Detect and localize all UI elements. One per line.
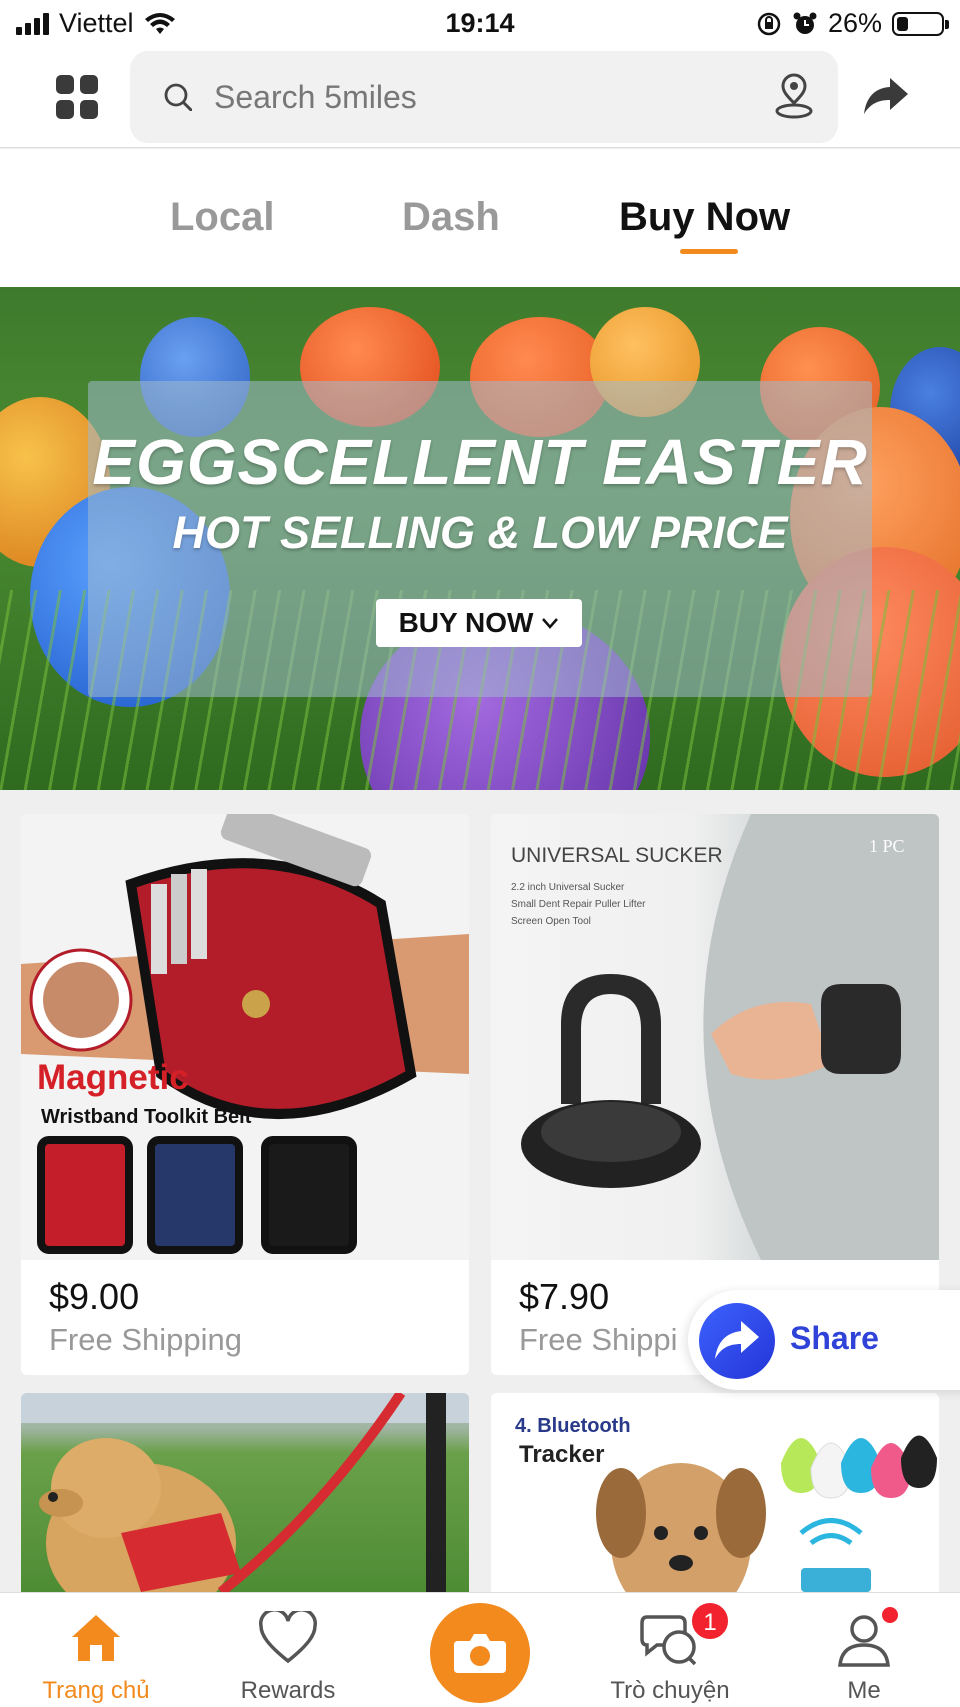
product-shipping: Free Shipping	[49, 1322, 243, 1357]
banner-buy-now-button[interactable]: BUY NOW	[376, 599, 582, 647]
share-icon	[715, 1321, 759, 1359]
product-price: $7.90	[519, 1276, 610, 1317]
nav-label-chat: Trò chuyện	[610, 1677, 730, 1704]
product-card[interactable]: 4. Bluetooth Tracker	[491, 1393, 939, 1592]
product-image-caption: Small Dent Repair Puller Lifter	[511, 899, 646, 910]
banner-button-label: BUY NOW	[398, 607, 534, 638]
nav-label-me: Me	[847, 1677, 881, 1704]
category-tabs: Local Dash Buy Now	[0, 149, 960, 287]
product-shipping: Free Shippi	[519, 1322, 678, 1357]
share-circle	[699, 1303, 775, 1379]
wristband-black-swatch	[261, 1136, 357, 1254]
wristband-red-swatch	[37, 1136, 133, 1254]
nav-home[interactable]: Trang chủ	[16, 1593, 176, 1707]
product-image-caption: 2.2 inch Universal Sucker	[511, 882, 625, 893]
chat-badge: 1	[690, 1601, 730, 1641]
heart-icon	[259, 1611, 317, 1664]
product-image-corner: 1 PC	[869, 836, 905, 856]
banner-panel: EGGSCELLENT EASTER HOT SELLING & LOW PRI…	[88, 381, 872, 697]
product-image-caption: Tracker	[519, 1441, 605, 1468]
notification-dot	[882, 1607, 898, 1623]
search-icon	[164, 83, 192, 111]
product-image: UNIVERSAL SUCKER 1 PC 2.2 inch Universal…	[491, 814, 939, 1260]
tab-buy-now[interactable]: Buy Now	[619, 195, 790, 240]
product-image-caption: Screen Open Tool	[511, 916, 591, 927]
bottom-navigation: Trang chủ Rewards Trò chuyện 1 Me	[0, 1592, 960, 1707]
share-floating-button[interactable]: Share	[688, 1290, 960, 1390]
product-image-headline: 4. Bluetooth	[515, 1415, 631, 1437]
product-card[interactable]	[21, 1393, 469, 1592]
nav-rewards[interactable]: Rewards	[208, 1593, 368, 1707]
nav-label-home: Trang chủ	[42, 1677, 150, 1704]
share-arrow-icon[interactable]	[862, 74, 910, 118]
orientation-lock-icon	[757, 12, 781, 35]
tab-dash[interactable]: Dash	[402, 195, 500, 240]
nav-me[interactable]: Me	[784, 1593, 944, 1707]
tab-local[interactable]: Local	[170, 195, 274, 240]
promo-banner[interactable]: EGGSCELLENT EASTER HOT SELLING & LOW PRI…	[0, 287, 960, 790]
alarm-icon	[793, 12, 817, 34]
status-bar: Viettel 19:14 26%	[0, 0, 960, 48]
location-pin-icon[interactable]	[772, 73, 816, 119]
wristband-blue-swatch	[147, 1136, 243, 1254]
banner-title: EGGSCELLENT EASTER	[92, 426, 868, 498]
nav-label-rewards: Rewards	[240, 1677, 336, 1704]
product-image-headline: Magnetic	[37, 1058, 189, 1097]
battery-percent: 26%	[827, 8, 882, 38]
search-input[interactable]	[214, 51, 734, 143]
product-image: Magnetic Wristband Toolkit Belt	[21, 814, 469, 1260]
share-label: Share	[790, 1320, 879, 1356]
product-image-headline: UNIVERSAL SUCKER	[511, 844, 723, 867]
home-icon	[72, 1615, 120, 1661]
bluetooth-tracker-image: 4. Bluetooth Tracker	[491, 1393, 939, 1592]
universal-sucker-image	[521, 814, 939, 1260]
grid-menu-icon[interactable]	[56, 75, 100, 119]
banner-subtitle: HOT SELLING & LOW PRICE	[172, 507, 788, 558]
product-card[interactable]: Magnetic Wristband Toolkit Belt $9.00 Fr…	[21, 814, 469, 1375]
chevron-down-icon	[542, 618, 559, 629]
product-image-caption: Wristband Toolkit Belt	[41, 1106, 252, 1128]
product-price: $9.00	[49, 1276, 140, 1317]
battery-icon	[892, 11, 949, 36]
camera-icon	[454, 1634, 506, 1673]
dog-harness-image	[21, 1393, 469, 1592]
active-tab-indicator	[680, 249, 738, 254]
search-bar[interactable]	[130, 51, 838, 143]
camera-button[interactable]	[430, 1603, 530, 1703]
header	[0, 48, 960, 148]
